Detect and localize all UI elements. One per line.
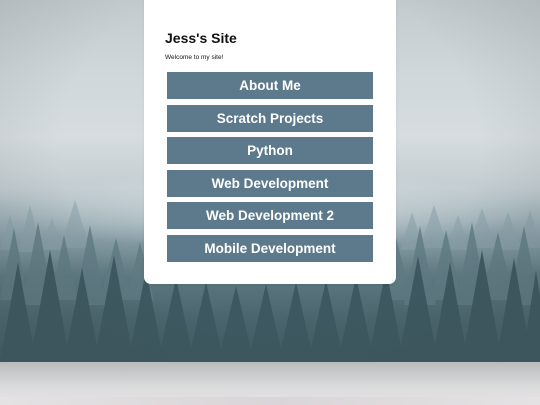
nav-menu: About Me Scratch Projects Python Web Dev…	[167, 72, 373, 267]
welcome-text: Welcome to my site!	[165, 54, 224, 61]
nav-button-scratch-projects[interactable]: Scratch Projects	[167, 104, 373, 132]
nav-button-web-development[interactable]: Web Development	[167, 169, 373, 197]
nav-button-web-development-2[interactable]: Web Development 2	[167, 202, 373, 229]
content-card: Jess's Site Welcome to my site! About Me…	[144, 0, 396, 284]
site-title: Jess's Site	[165, 30, 237, 46]
nav-button-python[interactable]: Python	[167, 137, 373, 164]
background-bottom-strip	[0, 397, 540, 405]
nav-button-mobile-development[interactable]: Mobile Development	[167, 234, 373, 262]
page: Jess's Site Welcome to my site! About Me…	[0, 0, 540, 405]
nav-button-about-me[interactable]: About Me	[167, 72, 373, 99]
